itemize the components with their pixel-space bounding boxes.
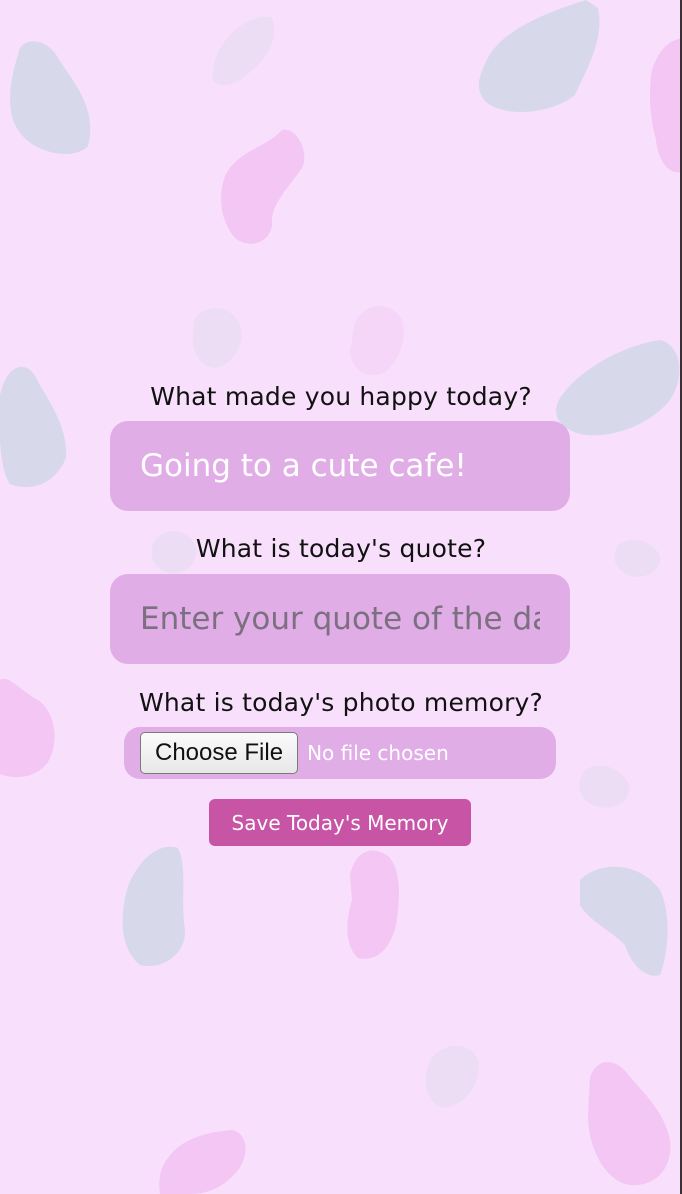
quote-input[interactable] bbox=[110, 574, 570, 664]
quote-label: What is today's quote? bbox=[195, 534, 487, 563]
happy-input[interactable] bbox=[110, 421, 570, 511]
file-status-text: No file chosen bbox=[307, 741, 449, 765]
memory-form: What made you happy today? What is today… bbox=[0, 0, 682, 1194]
photo-label: What is today's photo memory? bbox=[138, 688, 544, 717]
happy-label: What made you happy today? bbox=[150, 382, 532, 411]
save-memory-button[interactable]: Save Today's Memory bbox=[209, 799, 471, 846]
choose-file-button[interactable]: Choose File bbox=[140, 732, 299, 774]
photo-file-input[interactable]: Choose File No file chosen bbox=[124, 727, 556, 779]
